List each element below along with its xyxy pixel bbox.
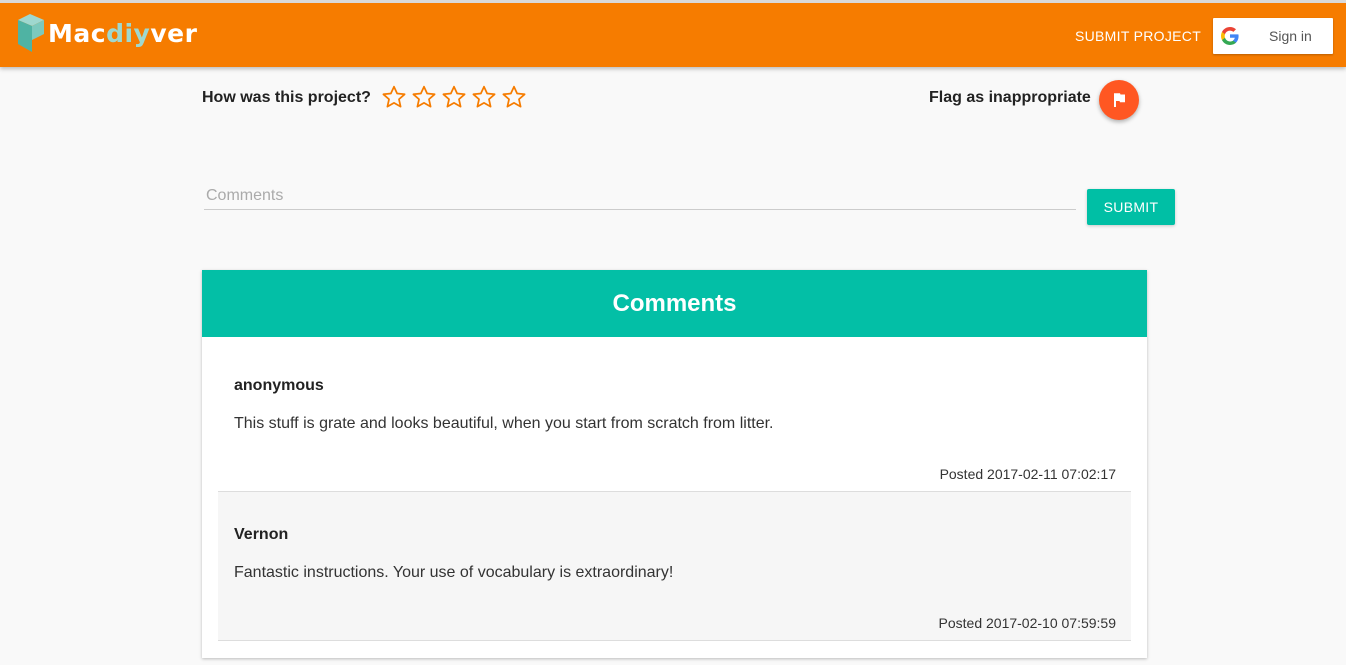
comment-input[interactable] <box>204 182 1076 210</box>
flag-button[interactable] <box>1099 80 1139 120</box>
logo-text: Macdiyver <box>48 18 198 48</box>
google-signin-button[interactable]: Sign in <box>1213 18 1333 54</box>
list-item: Vernon Fantastic instructions. Your use … <box>218 492 1131 641</box>
top-app-bar: Macdiyver SUBMIT PROJECT Sign in <box>0 0 1346 67</box>
comments-title: Comments <box>202 270 1147 337</box>
comment-author: Vernon <box>234 526 289 543</box>
list-item: anonymous This stuff is grate and looks … <box>218 343 1131 492</box>
star-outline-icon[interactable] <box>471 84 497 110</box>
submit-comment-button[interactable]: SUBMIT <box>1087 189 1175 225</box>
star-outline-icon[interactable] <box>501 84 527 110</box>
star-outline-icon[interactable] <box>411 84 437 110</box>
star-rating <box>381 84 531 110</box>
star-outline-icon[interactable] <box>441 84 467 110</box>
flag-icon <box>1114 93 1125 107</box>
comment-text: This stuff is grate and looks beautiful,… <box>234 415 774 432</box>
google-icon <box>1221 27 1239 45</box>
signin-label: Sign in <box>1269 28 1312 44</box>
flag-label: Flag as inappropriate <box>929 89 1091 106</box>
comment-timestamp: Posted 2017-02-10 07:59:59 <box>938 615 1116 631</box>
comment-author: anonymous <box>234 377 324 394</box>
comments-card: Comments anonymous This stuff is grate a… <box>202 270 1147 658</box>
rating-prompt: How was this project? <box>202 89 371 106</box>
star-outline-icon[interactable] <box>381 84 407 110</box>
logo[interactable]: Macdiyver <box>16 13 197 53</box>
cube-logo-icon <box>18 14 44 52</box>
comment-text: Fantastic instructions. Your use of voca… <box>234 564 674 581</box>
submit-project-link[interactable]: SUBMIT PROJECT <box>1075 28 1201 44</box>
comment-timestamp: Posted 2017-02-11 07:02:17 <box>939 466 1116 482</box>
